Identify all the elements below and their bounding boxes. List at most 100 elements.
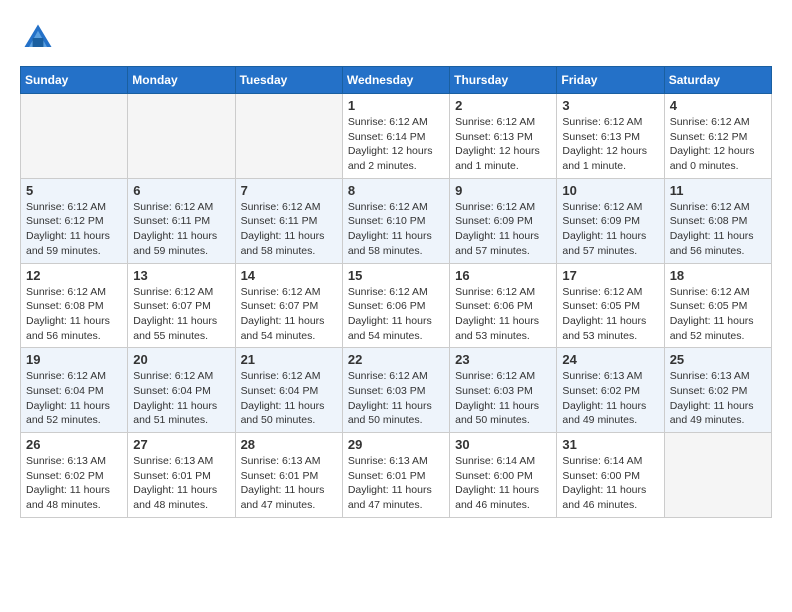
day-number: 29 (348, 437, 444, 452)
day-info: Sunrise: 6:12 AM Sunset: 6:10 PM Dayligh… (348, 200, 444, 259)
day-info: Sunrise: 6:13 AM Sunset: 6:02 PM Dayligh… (562, 369, 658, 428)
calendar-day-cell: 7 Sunrise: 6:12 AM Sunset: 6:11 PM Daylig… (235, 178, 342, 263)
calendar-day-cell: 9 Sunrise: 6:12 AM Sunset: 6:09 PM Daylig… (450, 178, 557, 263)
day-number: 30 (455, 437, 551, 452)
calendar-week-row: 26 Sunrise: 6:13 AM Sunset: 6:02 PM Dayli… (21, 433, 772, 518)
day-number: 7 (241, 183, 337, 198)
day-number: 24 (562, 352, 658, 367)
day-number: 3 (562, 98, 658, 113)
day-number: 4 (670, 98, 766, 113)
logo (20, 20, 62, 56)
calendar-day-cell: 3 Sunrise: 6:12 AM Sunset: 6:13 PM Daylig… (557, 94, 664, 179)
day-number: 1 (348, 98, 444, 113)
calendar-day-cell (128, 94, 235, 179)
calendar-day-cell: 15Sunrise: 6:12 AM Sunset: 6:06 PM Dayli… (342, 263, 449, 348)
day-info: Sunrise: 6:12 AM Sunset: 6:11 PM Dayligh… (133, 200, 229, 259)
day-number: 8 (348, 183, 444, 198)
day-info: Sunrise: 6:12 AM Sunset: 6:03 PM Dayligh… (455, 369, 551, 428)
day-number: 31 (562, 437, 658, 452)
day-info: Sunrise: 6:12 AM Sunset: 6:09 PM Dayligh… (455, 200, 551, 259)
weekday-header: Saturday (664, 67, 771, 94)
day-info: Sunrise: 6:13 AM Sunset: 6:02 PM Dayligh… (26, 454, 122, 513)
calendar-day-cell: 6 Sunrise: 6:12 AM Sunset: 6:11 PM Daylig… (128, 178, 235, 263)
calendar-day-cell: 14 Sunrise: 6:12 AM Sunset: 6:07 PM Dayli… (235, 263, 342, 348)
calendar-day-cell (21, 94, 128, 179)
calendar-header-row: SundayMondayTuesdayWednesdayThursdayFrid… (21, 67, 772, 94)
day-info: Sunrise: 6:13 AM Sunset: 6:02 PM Dayligh… (670, 369, 766, 428)
day-number: 5 (26, 183, 122, 198)
calendar-day-cell: 22 Sunrise: 6:12 AM Sunset: 6:03 PM Dayli… (342, 348, 449, 433)
weekday-header: Thursday (450, 67, 557, 94)
day-number: 22 (348, 352, 444, 367)
day-info: Sunrise: 6:12 AM Sunset: 6:03 PM Dayligh… (348, 369, 444, 428)
day-number: 16 (455, 268, 551, 283)
calendar-day-cell: 11 Sunrise: 6:12 AM Sunset: 6:08 PM Dayli… (664, 178, 771, 263)
calendar-week-row: 19 Sunrise: 6:12 AM Sunset: 6:04 PM Dayli… (21, 348, 772, 433)
calendar-day-cell: 31Sunrise: 6:14 AM Sunset: 6:00 PM Dayli… (557, 433, 664, 518)
day-info: Sunrise: 6:12 AM Sunset: 6:11 PM Dayligh… (241, 200, 337, 259)
day-info: Sunrise: 6:12 AM Sunset: 6:12 PM Dayligh… (26, 200, 122, 259)
calendar-day-cell: 5 Sunrise: 6:12 AM Sunset: 6:12 PM Daylig… (21, 178, 128, 263)
weekday-header: Friday (557, 67, 664, 94)
calendar-day-cell: 27Sunrise: 6:13 AM Sunset: 6:01 PM Dayli… (128, 433, 235, 518)
calendar-day-cell (664, 433, 771, 518)
day-info: Sunrise: 6:12 AM Sunset: 6:04 PM Dayligh… (241, 369, 337, 428)
calendar-day-cell: 19 Sunrise: 6:12 AM Sunset: 6:04 PM Dayli… (21, 348, 128, 433)
day-number: 14 (241, 268, 337, 283)
day-number: 9 (455, 183, 551, 198)
weekday-header: Wednesday (342, 67, 449, 94)
day-info: Sunrise: 6:13 AM Sunset: 6:01 PM Dayligh… (133, 454, 229, 513)
calendar-day-cell: 20Sunrise: 6:12 AM Sunset: 6:04 PM Dayli… (128, 348, 235, 433)
day-number: 10 (562, 183, 658, 198)
day-number: 21 (241, 352, 337, 367)
calendar-day-cell: 18 Sunrise: 6:12 AM Sunset: 6:05 PM Dayli… (664, 263, 771, 348)
calendar-day-cell: 10Sunrise: 6:12 AM Sunset: 6:09 PM Dayli… (557, 178, 664, 263)
day-number: 6 (133, 183, 229, 198)
calendar-day-cell: 24 Sunrise: 6:13 AM Sunset: 6:02 PM Dayli… (557, 348, 664, 433)
calendar-day-cell: 30Sunrise: 6:14 AM Sunset: 6:00 PM Dayli… (450, 433, 557, 518)
weekday-header: Sunday (21, 67, 128, 94)
calendar-week-row: 5 Sunrise: 6:12 AM Sunset: 6:12 PM Daylig… (21, 178, 772, 263)
day-info: Sunrise: 6:12 AM Sunset: 6:04 PM Dayligh… (26, 369, 122, 428)
weekday-header: Monday (128, 67, 235, 94)
calendar-day-cell: 28 Sunrise: 6:13 AM Sunset: 6:01 PM Dayli… (235, 433, 342, 518)
day-number: 19 (26, 352, 122, 367)
weekday-header: Tuesday (235, 67, 342, 94)
day-info: Sunrise: 6:12 AM Sunset: 6:07 PM Dayligh… (133, 285, 229, 344)
day-number: 26 (26, 437, 122, 452)
logo-icon (20, 20, 56, 56)
day-info: Sunrise: 6:12 AM Sunset: 6:05 PM Dayligh… (670, 285, 766, 344)
day-info: Sunrise: 6:13 AM Sunset: 6:01 PM Dayligh… (348, 454, 444, 513)
page-header (20, 20, 772, 56)
day-number: 23 (455, 352, 551, 367)
day-info: Sunrise: 6:12 AM Sunset: 6:14 PM Dayligh… (348, 115, 444, 174)
calendar-day-cell (235, 94, 342, 179)
calendar-day-cell: 16 Sunrise: 6:12 AM Sunset: 6:06 PM Dayli… (450, 263, 557, 348)
calendar-day-cell: 26 Sunrise: 6:13 AM Sunset: 6:02 PM Dayli… (21, 433, 128, 518)
calendar-day-cell: 2Sunrise: 6:12 AM Sunset: 6:13 PM Daylig… (450, 94, 557, 179)
day-info: Sunrise: 6:12 AM Sunset: 6:05 PM Dayligh… (562, 285, 658, 344)
day-number: 25 (670, 352, 766, 367)
day-info: Sunrise: 6:12 AM Sunset: 6:13 PM Dayligh… (455, 115, 551, 174)
day-number: 13 (133, 268, 229, 283)
day-info: Sunrise: 6:12 AM Sunset: 6:06 PM Dayligh… (455, 285, 551, 344)
day-info: Sunrise: 6:12 AM Sunset: 6:12 PM Dayligh… (670, 115, 766, 174)
day-number: 12 (26, 268, 122, 283)
day-number: 28 (241, 437, 337, 452)
calendar-week-row: 1 Sunrise: 6:12 AM Sunset: 6:14 PM Daylig… (21, 94, 772, 179)
calendar-day-cell: 13 Sunrise: 6:12 AM Sunset: 6:07 PM Dayli… (128, 263, 235, 348)
day-number: 11 (670, 183, 766, 198)
day-info: Sunrise: 6:13 AM Sunset: 6:01 PM Dayligh… (241, 454, 337, 513)
day-info: Sunrise: 6:12 AM Sunset: 6:13 PM Dayligh… (562, 115, 658, 174)
calendar-table: SundayMondayTuesdayWednesdayThursdayFrid… (20, 66, 772, 518)
calendar-day-cell: 23 Sunrise: 6:12 AM Sunset: 6:03 PM Dayli… (450, 348, 557, 433)
day-number: 18 (670, 268, 766, 283)
calendar-day-cell: 21 Sunrise: 6:12 AM Sunset: 6:04 PM Dayli… (235, 348, 342, 433)
day-number: 15 (348, 268, 444, 283)
day-info: Sunrise: 6:12 AM Sunset: 6:08 PM Dayligh… (670, 200, 766, 259)
day-number: 20 (133, 352, 229, 367)
day-info: Sunrise: 6:12 AM Sunset: 6:08 PM Dayligh… (26, 285, 122, 344)
day-info: Sunrise: 6:12 AM Sunset: 6:07 PM Dayligh… (241, 285, 337, 344)
calendar-day-cell: 17Sunrise: 6:12 AM Sunset: 6:05 PM Dayli… (557, 263, 664, 348)
calendar-day-cell: 25 Sunrise: 6:13 AM Sunset: 6:02 PM Dayli… (664, 348, 771, 433)
